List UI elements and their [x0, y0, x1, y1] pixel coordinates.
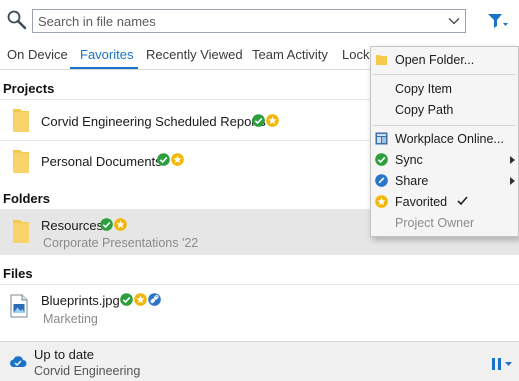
pause-sync-icon[interactable] [491, 357, 513, 371]
checkmark-icon [457, 196, 468, 206]
share-link-icon [375, 174, 388, 187]
favorite-star-icon [266, 114, 279, 127]
sync-status-title: Up to date [34, 347, 94, 362]
search-input[interactable] [33, 10, 433, 32]
menu-item-project-owner: Project Owner [395, 216, 475, 230]
image-file-icon [10, 294, 28, 318]
folder-icon [376, 55, 387, 65]
menu-item-open-folder[interactable]: Open Folder... [371, 50, 518, 70]
status-badges [120, 293, 161, 306]
menu-item-copy-path[interactable]: Copy Path [371, 100, 518, 120]
submenu-arrow-icon [510, 177, 515, 185]
search-row [0, 0, 519, 40]
folder-icon [13, 150, 29, 173]
folder-icon [13, 109, 29, 132]
shared-link-icon [148, 293, 161, 306]
item-location: Marketing [43, 312, 98, 326]
item-location: Corporate Presentations '22 [43, 236, 199, 250]
sync-status-account: Corvid Engineering [34, 364, 141, 378]
status-bar: Up to date Corvid Engineering [0, 341, 519, 381]
sync-check-icon [375, 153, 388, 166]
chevron-down-icon[interactable] [448, 15, 460, 27]
favorite-star-icon [171, 153, 184, 166]
tab-team-activity[interactable]: Team Activity [252, 47, 328, 62]
workplace-online-icon [375, 132, 388, 145]
menu-item-share[interactable]: Share [371, 171, 518, 191]
search-icon[interactable] [6, 9, 28, 31]
file-row-blueprints[interactable]: Blueprints.jpg Marketing [0, 285, 519, 331]
menu-item-copy-item[interactable]: Copy Item [371, 79, 518, 99]
favorite-star-icon [114, 218, 127, 231]
synced-check-icon [252, 114, 265, 127]
submenu-arrow-icon [510, 156, 515, 164]
favorite-star-icon [375, 195, 388, 208]
synced-check-icon [100, 218, 113, 231]
item-name: Corvid Engineering Scheduled Reports [41, 114, 266, 129]
status-badges [252, 114, 279, 127]
menu-separator [373, 125, 516, 126]
section-header-folders: Folders [3, 191, 50, 206]
cloud-sync-icon [10, 356, 27, 367]
item-name: Personal Documents [41, 154, 162, 169]
menu-item-favorited[interactable]: Favorited [371, 192, 518, 212]
filter-icon[interactable] [487, 11, 509, 31]
tab-favorites[interactable]: Favorites [80, 47, 133, 62]
menu-item-sync[interactable]: Sync [371, 150, 518, 170]
synced-check-icon [157, 153, 170, 166]
favorite-star-icon [134, 293, 147, 306]
section-header-projects: Projects [3, 81, 55, 96]
menu-item-workplace-online[interactable]: Workplace Online... [371, 129, 518, 149]
active-tab-indicator [70, 67, 138, 69]
folder-icon [13, 220, 29, 243]
tab-recently-viewed[interactable]: Recently Viewed [146, 47, 243, 62]
tab-on-device[interactable]: On Device [7, 47, 68, 62]
context-menu: Open Folder... Copy Item Copy Path Workp… [370, 46, 519, 237]
status-badges [157, 153, 184, 166]
item-name: Blueprints.jpg [41, 293, 120, 308]
status-badges [100, 218, 127, 231]
search-box [32, 9, 466, 33]
item-name: Resources [41, 218, 104, 233]
section-header-files: Files [3, 266, 33, 281]
synced-check-icon [120, 293, 133, 306]
menu-separator [373, 74, 516, 75]
